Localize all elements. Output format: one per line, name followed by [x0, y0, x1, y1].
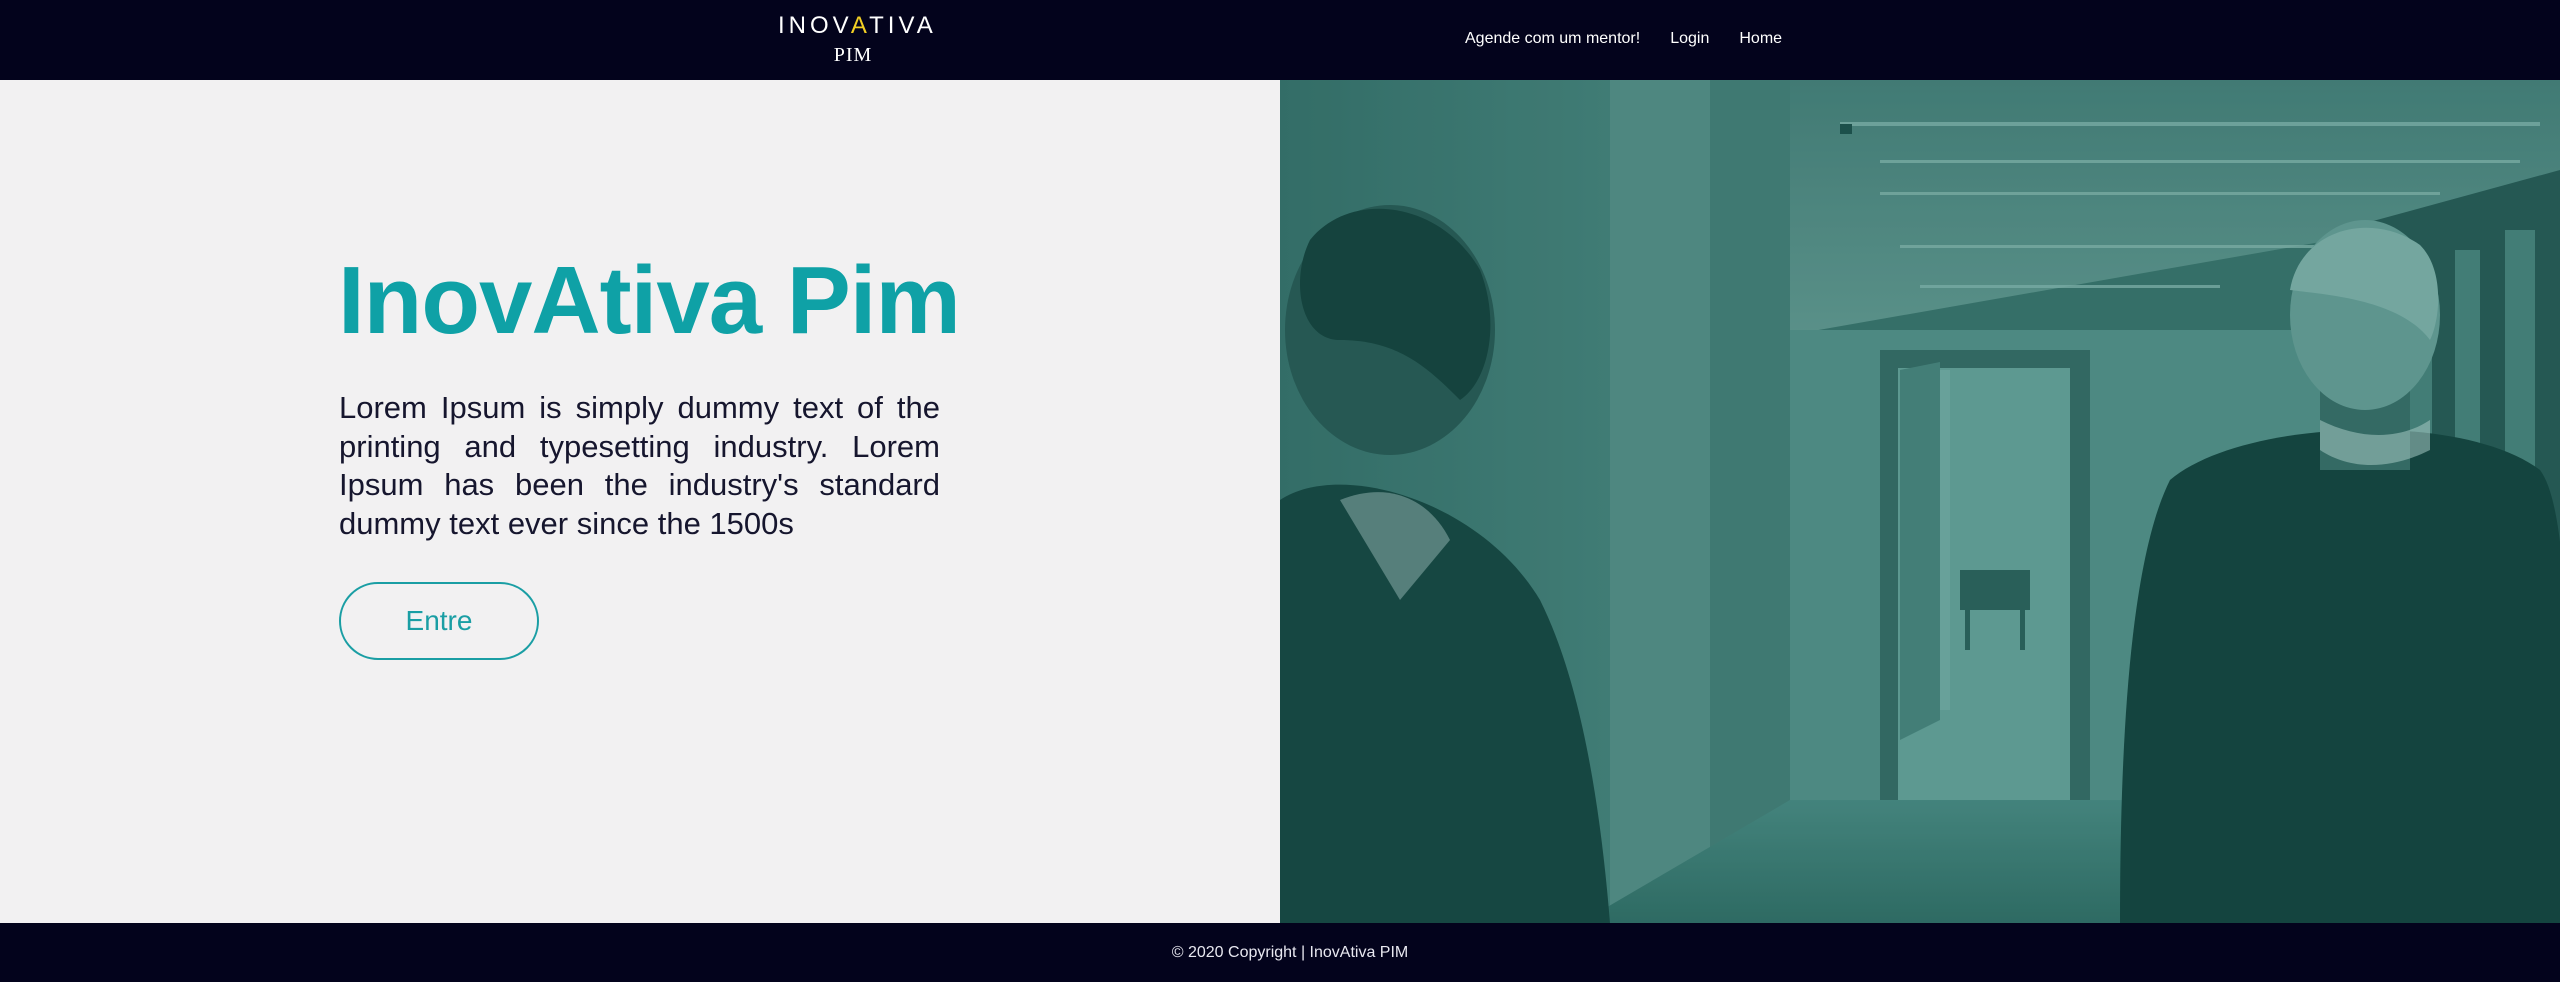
navbar: INOVATIVA PIM Agende com um mentor! Logi… [0, 0, 2560, 80]
nav-link-agende-mentor[interactable]: Agende com um mentor! [1465, 27, 1640, 51]
entre-button[interactable]: Entre [339, 582, 539, 660]
logo-subtitle: PIM [833, 44, 873, 66]
hero-title: InovAtiva Pim [338, 247, 961, 354]
nav-link-login[interactable]: Login [1670, 27, 1709, 51]
hero-section: InovAtiva Pim Lorem Ipsum is simply dumm… [0, 80, 1280, 923]
logo-wordmark: INOVATIVA [778, 12, 937, 39]
office-hallway-image [1280, 80, 2560, 923]
footer: © 2020 Copyright | InovAtiva PIM [0, 923, 2560, 982]
main-nav: Agende com um mentor! Login Home [1465, 27, 1782, 51]
hero-office-photo [1280, 80, 2560, 923]
inovativa-pim-logo[interactable]: INOVATIVA PIM [778, 10, 937, 66]
copyright-text: © 2020 Copyright | InovAtiva PIM [1171, 943, 1409, 961]
nav-link-home[interactable]: Home [1739, 27, 1782, 51]
hero-description: Lorem Ipsum is simply dummy text of the … [339, 390, 940, 541]
